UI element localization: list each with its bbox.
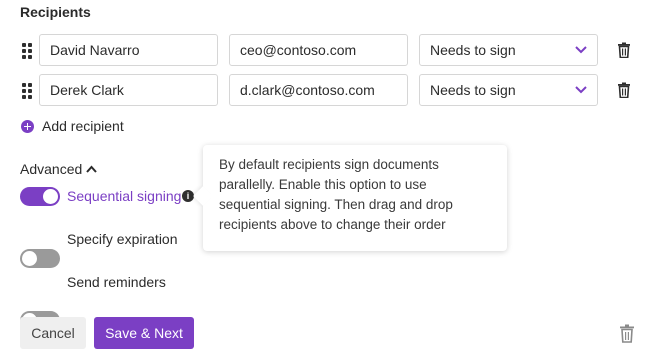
trash-icon[interactable]: [619, 324, 635, 343]
chevron-down-icon: [575, 86, 587, 94]
tooltip-text: By default recipients sign documents par…: [219, 157, 453, 232]
add-recipient-label: Add recipient: [42, 118, 124, 134]
advanced-toggle[interactable]: Advanced: [20, 161, 98, 177]
recipient-email-field[interactable]: ceo@contoso.com: [229, 34, 408, 66]
chevron-up-icon: [86, 165, 98, 173]
drag-handle-icon[interactable]: [22, 43, 32, 59]
recipient-email-field[interactable]: d.clark@contoso.com: [229, 74, 408, 106]
sequential-signing-label: Sequential signing: [67, 188, 182, 204]
trash-icon[interactable]: [617, 82, 631, 98]
plus-circle-icon: [21, 119, 34, 133]
trash-icon[interactable]: [617, 42, 631, 58]
sequential-signing-tooltip: By default recipients sign documents par…: [203, 145, 507, 251]
send-reminders-label: Send reminders: [67, 274, 166, 290]
specify-expiration-switch[interactable]: [20, 249, 60, 268]
recipient-role-value: Needs to sign: [430, 42, 516, 58]
add-recipient-button[interactable]: Add recipient: [21, 118, 124, 134]
recipient-name-field[interactable]: Derek Clark: [39, 74, 218, 106]
recipient-role-value: Needs to sign: [430, 82, 516, 98]
recipient-name-field[interactable]: David Navarro: [39, 34, 218, 66]
chevron-down-icon: [575, 46, 587, 54]
cancel-button[interactable]: Cancel: [20, 317, 86, 349]
drag-handle-icon[interactable]: [22, 83, 32, 99]
recipient-role-select[interactable]: Needs to sign: [419, 74, 598, 106]
section-title: Recipients: [20, 4, 91, 20]
recipient-role-select[interactable]: Needs to sign: [419, 34, 598, 66]
save-next-button[interactable]: Save & Next: [94, 317, 194, 349]
specify-expiration-label: Specify expiration: [67, 231, 178, 247]
sequential-signing-switch[interactable]: [20, 187, 60, 206]
advanced-label: Advanced: [20, 161, 83, 177]
